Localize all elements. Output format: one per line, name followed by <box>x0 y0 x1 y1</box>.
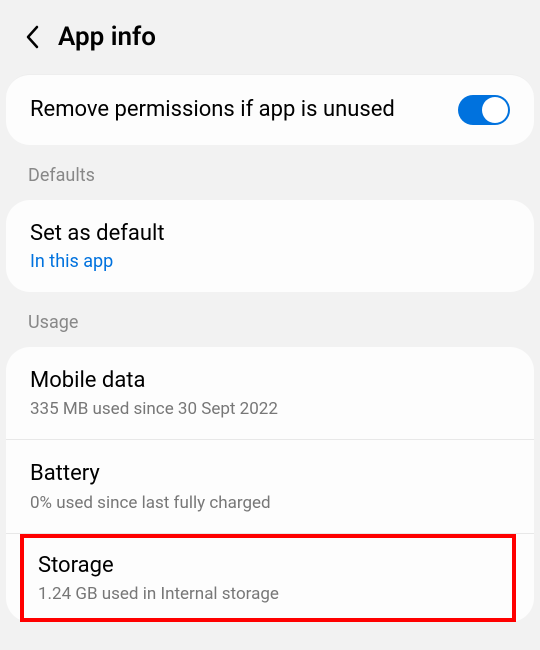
mobile-data-title: Mobile data <box>30 367 278 396</box>
storage-row[interactable]: Storage 1.24 GB used in Internal storage <box>24 538 512 609</box>
storage-sub: 1.24 GB used in Internal storage <box>38 584 279 604</box>
section-defaults-label: Defaults <box>0 145 540 200</box>
mobile-data-row[interactable]: Mobile data 335 MB used since 30 Sept 20… <box>6 347 534 440</box>
storage-highlight: Storage 1.24 GB used in Internal storage <box>20 534 516 623</box>
set-as-default-row[interactable]: Set as default In this app <box>6 200 534 292</box>
battery-sub: 0% used since last fully charged <box>30 493 271 513</box>
set-as-default-sub: In this app <box>30 251 165 272</box>
section-usage-label: Usage <box>0 292 540 347</box>
mobile-data-sub: 335 MB used since 30 Sept 2022 <box>30 399 278 419</box>
battery-row[interactable]: Battery 0% used since last fully charged <box>6 439 534 533</box>
set-as-default-title: Set as default <box>30 220 165 249</box>
back-icon[interactable] <box>24 24 40 50</box>
remove-permissions-toggle[interactable] <box>458 95 510 125</box>
storage-title: Storage <box>38 552 279 581</box>
toggle-knob <box>482 97 508 123</box>
remove-permissions-title: Remove permissions if app is unused <box>30 96 395 125</box>
remove-permissions-row[interactable]: Remove permissions if app is unused <box>6 75 534 145</box>
page-title: App info <box>58 22 156 52</box>
battery-title: Battery <box>30 460 271 489</box>
